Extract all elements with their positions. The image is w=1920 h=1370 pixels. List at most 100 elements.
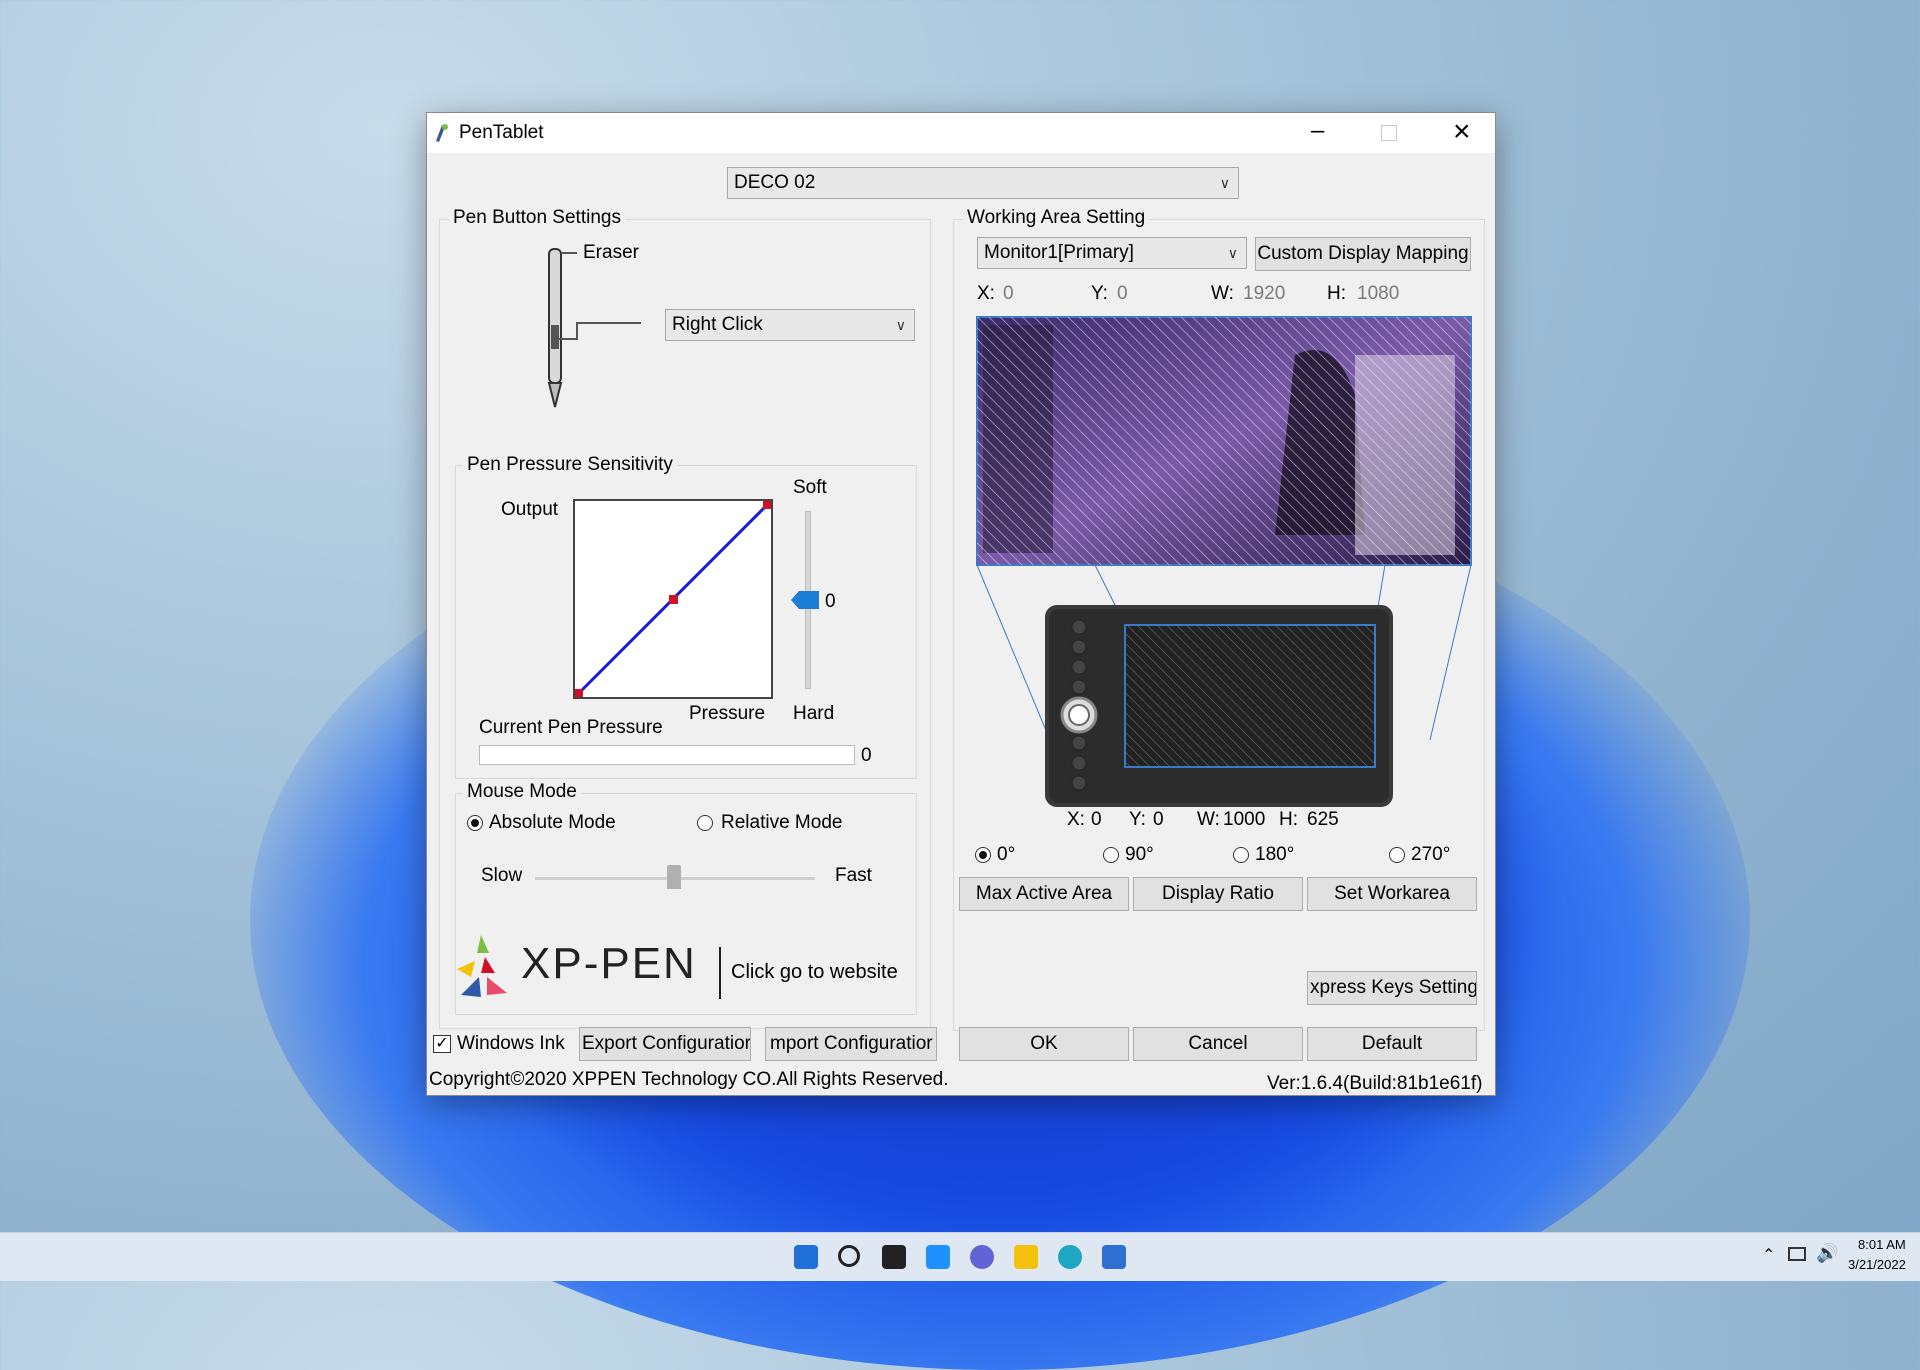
tablet-w-value: 1000: [1223, 809, 1266, 830]
minimize-icon[interactable]: –: [1311, 117, 1324, 145]
widgets-icon[interactable]: [926, 1245, 950, 1269]
edge-browser-icon[interactable]: [1058, 1245, 1082, 1269]
fast-label: Fast: [835, 865, 872, 886]
softness-slider-thumb[interactable]: [791, 590, 821, 610]
pen-button-group-label: Pen Button Settings: [449, 207, 625, 229]
current-pressure-label: Current Pen Pressure: [479, 717, 663, 738]
screen-x-label: X:: [977, 283, 995, 304]
rotation-0-radio[interactable]: [975, 847, 991, 863]
brand-divider: [719, 947, 721, 999]
network-icon[interactable]: [1788, 1247, 1806, 1261]
tablet-h-label: H:: [1279, 809, 1298, 830]
screen-w-label: W:: [1211, 283, 1234, 304]
curve-handle-start: [575, 689, 583, 697]
tablet-w-label: W:: [1197, 809, 1220, 830]
chevron-down-icon: ∨: [895, 317, 906, 333]
pressure-axis-label: Pressure: [689, 703, 766, 724]
display-ratio-button[interactable]: Display Ratio: [1133, 877, 1303, 911]
window-title: PenTablet: [459, 122, 544, 143]
tablet-x-label: X:: [1067, 809, 1085, 830]
relative-mode-radio[interactable]: [697, 815, 713, 831]
maximize-icon[interactable]: [1381, 125, 1397, 141]
windows-ink-checkbox[interactable]: ✓: [433, 1035, 451, 1053]
soft-label: Soft: [793, 477, 827, 498]
website-link[interactable]: Click go to website: [731, 961, 898, 984]
screen-y-label: Y:: [1091, 283, 1108, 304]
screen-h-value: 1080: [1357, 283, 1400, 304]
output-label: Output: [501, 499, 559, 520]
mouse-mode-group-label: Mouse Mode: [463, 781, 581, 803]
pressure-group-label: Pen Pressure Sensitivity: [463, 454, 677, 476]
screen-w-value: 1920: [1243, 283, 1286, 304]
eraser-label: Eraser: [583, 242, 639, 263]
taskbar-date[interactable]: 3/21/2022: [1848, 1257, 1906, 1272]
file-explorer-icon[interactable]: [1014, 1245, 1038, 1269]
pentablet-window: PenTablet – × DECO 02 ∨ Pen Button Setti…: [426, 112, 1496, 1096]
curve-handle-mid: [669, 595, 678, 604]
chevron-down-icon: ∨: [1227, 245, 1238, 261]
device-select[interactable]: DECO 02 ∨: [727, 167, 1239, 199]
hard-label: Hard: [793, 703, 835, 724]
max-active-area-button[interactable]: Max Active Area: [959, 877, 1129, 911]
version-text: Ver:1.6.4(Build:81b1e61f): [1267, 1073, 1483, 1094]
mouse-speed-thumb[interactable]: [667, 865, 681, 889]
set-workarea-button[interactable]: Set Workarea: [1307, 877, 1477, 911]
curve-handle-end: [763, 501, 771, 509]
monitor-select-value: Monitor1[Primary]: [984, 242, 1134, 263]
tablet-y-label: Y:: [1129, 809, 1146, 830]
xp-pen-logo-icon[interactable]: [451, 933, 511, 999]
custom-display-mapping-button[interactable]: Custom Display Mapping: [1255, 237, 1471, 271]
chat-icon[interactable]: [970, 1245, 994, 1269]
pen-button-action-select[interactable]: Right Click ∨: [665, 309, 915, 341]
softness-value: 0: [825, 591, 836, 612]
device-select-value: DECO 02: [734, 172, 816, 193]
current-pressure-value: 0: [861, 745, 872, 766]
rotation-270-label[interactable]: 270°: [1411, 844, 1450, 866]
screen-y-value: 0: [1117, 283, 1128, 304]
export-configuration-button[interactable]: Export Configuratior: [579, 1027, 751, 1061]
pressure-curve-graph[interactable]: [573, 499, 773, 699]
chevron-down-icon: ∨: [1219, 175, 1230, 191]
start-icon[interactable]: [794, 1245, 818, 1269]
rotation-90-radio[interactable]: [1103, 847, 1119, 863]
relative-mode-label[interactable]: Relative Mode: [721, 812, 842, 834]
screen-area-preview[interactable]: [975, 315, 1475, 815]
default-button[interactable]: Default: [1307, 1027, 1477, 1061]
tablet-h-value: 625: [1307, 809, 1339, 830]
windows-ink-label[interactable]: Windows Ink: [457, 1033, 565, 1055]
chevron-up-icon[interactable]: ⌃: [1762, 1245, 1775, 1265]
app-icon: [436, 124, 448, 142]
monitor-select[interactable]: Monitor1[Primary] ∨: [977, 237, 1247, 269]
slow-label: Slow: [481, 865, 523, 886]
screen-h-label: H:: [1327, 283, 1346, 304]
pen-button-action-value: Right Click: [672, 314, 763, 335]
task-view-icon[interactable]: [882, 1245, 906, 1269]
ok-button[interactable]: OK: [959, 1027, 1129, 1061]
volume-icon[interactable]: 🔊: [1816, 1243, 1838, 1264]
rotation-180-radio[interactable]: [1233, 847, 1249, 863]
close-icon[interactable]: ×: [1453, 115, 1471, 149]
rotation-0-label[interactable]: 0°: [997, 844, 1015, 866]
rotation-90-label[interactable]: 90°: [1125, 844, 1154, 866]
absolute-mode-radio[interactable]: [467, 815, 483, 831]
title-bar[interactable]: PenTablet – ×: [427, 113, 1495, 153]
import-configuration-button[interactable]: mport Configuratior: [765, 1027, 937, 1061]
pen-illustration: [547, 248, 641, 408]
rotation-270-radio[interactable]: [1389, 847, 1405, 863]
tablet-y-value: 0: [1153, 809, 1164, 830]
working-area-group-label: Working Area Setting: [963, 207, 1150, 229]
current-pressure-bar: [479, 745, 855, 765]
tablet-x-value: 0: [1091, 809, 1102, 830]
search-icon[interactable]: [838, 1245, 860, 1267]
express-keys-setting-button[interactable]: xpress Keys Setting: [1307, 971, 1477, 1005]
xp-pen-brand-name[interactable]: XP-PEN: [521, 939, 697, 989]
absolute-mode-label[interactable]: Absolute Mode: [489, 812, 616, 834]
copyright-text: Copyright©2020 XPPEN Technology CO.All R…: [429, 1069, 949, 1090]
taskbar-time[interactable]: 8:01 AM: [1858, 1237, 1906, 1252]
taskbar: ⌃ 🔊 8:01 AM 3/21/2022: [0, 1232, 1920, 1281]
rotation-180-label[interactable]: 180°: [1255, 844, 1294, 866]
tablet-device-graphic: [1045, 605, 1393, 807]
screen-x-value: 0: [1003, 283, 1014, 304]
cancel-button[interactable]: Cancel: [1133, 1027, 1303, 1061]
store-icon[interactable]: [1102, 1245, 1126, 1269]
